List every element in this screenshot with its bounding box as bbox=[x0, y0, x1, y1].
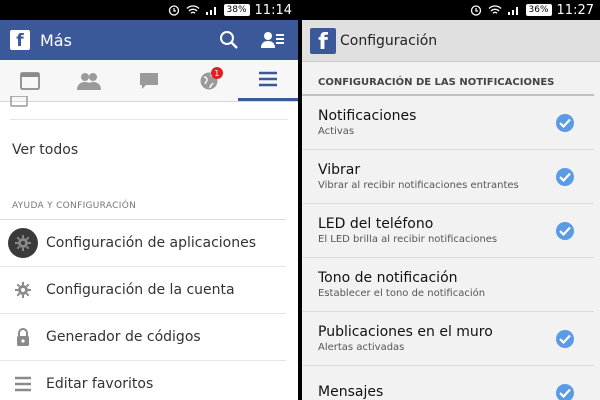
checkbox-checked-icon[interactable] bbox=[556, 221, 574, 240]
facebook-logo-icon[interactable]: f bbox=[310, 27, 336, 54]
pref-title: LED del teléfono bbox=[318, 216, 434, 232]
pref-messages[interactable]: Mensajes bbox=[302, 366, 594, 400]
preference-list: Notificaciones Activas Vibrar Vibrar al re… bbox=[302, 96, 600, 400]
tab-news-feed[interactable] bbox=[0, 60, 60, 101]
pref-title: Publicaciones en el muro bbox=[318, 324, 493, 340]
facebook-more-screen: 38% 11:14 f Más 1 Ver todos AYUDA Y CONF… bbox=[0, 0, 298, 400]
lock-icon bbox=[12, 326, 34, 348]
partially-hidden-row[interactable] bbox=[10, 96, 288, 120]
alarm-icon bbox=[469, 4, 483, 16]
pref-summary: Activas bbox=[318, 126, 355, 137]
list-icon bbox=[12, 373, 34, 395]
wifi-icon bbox=[488, 4, 502, 16]
battery-level: 36% bbox=[525, 4, 552, 16]
pref-title: Vibrar bbox=[318, 162, 361, 178]
more-menu: Ver todos AYUDA Y CONFIGURACIÓN Configur… bbox=[0, 96, 298, 400]
checkbox-checked-icon[interactable] bbox=[556, 113, 574, 132]
news-feed-icon bbox=[19, 71, 40, 90]
pref-title: Tono de notificación bbox=[318, 270, 458, 286]
alarm-icon bbox=[167, 4, 181, 16]
pref-summary: El LED brilla al recibir notificaciones bbox=[318, 234, 498, 245]
facebook-logo-icon: f bbox=[10, 30, 30, 50]
wifi-icon bbox=[186, 4, 200, 16]
pref-notifications[interactable]: Notificaciones Activas bbox=[302, 96, 594, 150]
pref-summary: Alertas activadas bbox=[318, 342, 405, 353]
tab-friends[interactable] bbox=[60, 60, 120, 101]
checkbox-checked-icon[interactable] bbox=[556, 383, 574, 400]
menu-item-label: Configuración de la cuenta bbox=[46, 282, 235, 298]
menu-item-account-settings[interactable]: Configuración de la cuenta bbox=[0, 267, 286, 314]
menu-item-app-settings[interactable]: Configuración de aplicaciones bbox=[0, 220, 286, 267]
preference-category-title: CONFIGURACIÓN DE LAS NOTIFICACIONES bbox=[302, 62, 594, 96]
clock: 11:27 bbox=[556, 2, 594, 18]
tab-more[interactable] bbox=[238, 60, 298, 101]
action-bar: f Configuración bbox=[302, 20, 600, 62]
clock: 11:14 bbox=[254, 2, 292, 18]
pref-notification-tone[interactable]: Tono de notificación Establecer el tono d… bbox=[302, 258, 594, 312]
tab-messages[interactable] bbox=[119, 60, 179, 101]
menu-item-label: Generador de códigos bbox=[46, 329, 201, 345]
checkbox-checked-icon[interactable] bbox=[556, 167, 574, 186]
pref-vibrate[interactable]: Vibrar Vibrar al recibir notificaciones e… bbox=[302, 150, 594, 204]
page-title: Más bbox=[40, 30, 72, 50]
page-title: Configuración bbox=[340, 32, 438, 49]
person-list-icon bbox=[261, 32, 284, 48]
battery-level: 38% bbox=[223, 4, 250, 16]
tab-notifications[interactable]: 1 bbox=[179, 60, 239, 101]
friend-list-button[interactable] bbox=[258, 25, 288, 55]
status-bar: 38% 11:14 bbox=[0, 0, 298, 20]
notification-settings-screen: 36% 11:27 f Configuración CONFIGURACIÓN … bbox=[302, 0, 600, 400]
menu-icon bbox=[259, 71, 278, 87]
pref-title: Notificaciones bbox=[318, 108, 417, 124]
menu-item-label: Editar favoritos bbox=[46, 376, 154, 392]
friends-icon bbox=[77, 72, 102, 90]
tab-bar: 1 bbox=[0, 60, 298, 102]
messages-icon bbox=[139, 72, 158, 89]
menu-item-code-generator[interactable]: Generador de códigos bbox=[0, 314, 286, 361]
search-icon bbox=[220, 31, 238, 49]
app-header: f Más bbox=[0, 20, 298, 60]
see-all-link[interactable]: Ver todos bbox=[0, 120, 298, 180]
pref-title: Mensajes bbox=[318, 383, 384, 400]
checkbox-checked-icon[interactable] bbox=[556, 329, 574, 348]
pref-wall-posts[interactable]: Publicaciones en el muro Alertas activada… bbox=[302, 312, 594, 366]
signal-icon bbox=[205, 4, 219, 16]
signal-icon bbox=[507, 4, 521, 16]
search-button[interactable] bbox=[214, 25, 244, 55]
pref-phone-led[interactable]: LED del teléfono El LED brilla al recibir… bbox=[302, 204, 594, 258]
section-title: AYUDA Y CONFIGURACIÓN bbox=[0, 180, 286, 220]
menu-item-edit-favorites[interactable]: Editar favoritos bbox=[0, 361, 286, 400]
pref-summary: Vibrar al recibir notificaciones entrant… bbox=[318, 180, 519, 191]
gear-icon bbox=[12, 279, 34, 301]
menu-item-label: Configuración de aplicaciones bbox=[46, 235, 257, 251]
pref-summary: Establecer el tono de notificación bbox=[318, 288, 486, 299]
list-item-icon bbox=[10, 96, 28, 107]
notification-count-badge: 1 bbox=[210, 67, 223, 79]
gear-icon bbox=[8, 228, 38, 258]
status-bar: 36% 11:27 bbox=[302, 0, 600, 20]
